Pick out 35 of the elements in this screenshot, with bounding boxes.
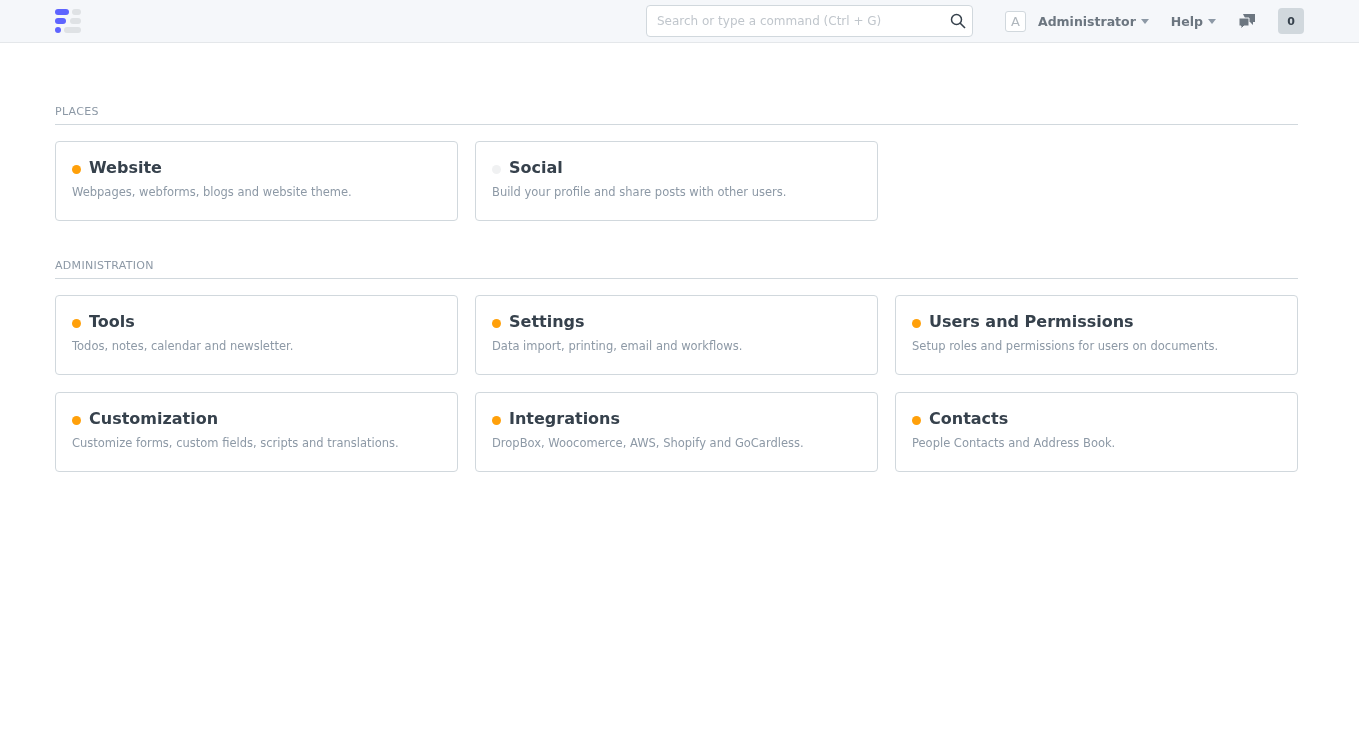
module-name: Social [509, 158, 563, 177]
module-card[interactable]: Tools Todos, notes, calendar and newsletter. [55, 295, 458, 375]
section-title: ADMINISTRATION [55, 259, 1298, 279]
chat-icon[interactable] [1238, 13, 1256, 29]
logo-icon[interactable] [55, 7, 82, 35]
module-description: Setup roles and permissions for users on documents. [912, 339, 1220, 353]
module-name: Customization [89, 409, 219, 428]
help-menu[interactable]: Help [1170, 13, 1216, 29]
module-name: Contacts [929, 409, 1009, 428]
module-name: Settings [509, 312, 585, 331]
module-description: Webpages, webforms, blogs and website theme. [72, 185, 353, 199]
module-card[interactable]: Contacts People Contacts and Address Book. [895, 392, 1298, 472]
module-description: People Contacts and Address Book. [912, 436, 1117, 450]
module-description: Data import, printing, email and workflows. [492, 339, 744, 353]
module-description: Customize forms, custom fields, scripts and translations. [72, 436, 400, 450]
module-name: Website [89, 158, 162, 177]
module-name: Integrations [509, 409, 621, 428]
caret-icon [1140, 18, 1149, 24]
module-description: Todos, notes, calendar and newsletter. [72, 339, 295, 353]
module-card[interactable]: Settings Data import, printing, email and workflows. [475, 295, 878, 375]
caret-icon [1208, 18, 1216, 24]
search-field[interactable]: Search or type a command (Ctrl + G) [645, 5, 973, 37]
module-card[interactable]: Integrations DropBox, Woocomerce, AWS, Shopify and GoCardless. [475, 392, 878, 472]
module-card[interactable]: Users and Permissions Setup roles and permissions for users on documents. [895, 295, 1298, 375]
user-menu[interactable]: Administrator [1037, 13, 1149, 29]
module-name: Users and Permissions [929, 312, 1134, 331]
module-card[interactable]: Social Build your profile and share posts with other users. [475, 141, 878, 221]
search-icon [949, 13, 966, 29]
notification-count[interactable]: 0 [1278, 8, 1304, 34]
module-description: Build your profile and share posts with other users. [492, 185, 788, 199]
module-description: DropBox, Woocomerce, AWS, Shopify and GoCardless. [492, 436, 805, 450]
section-title: PLACES [55, 105, 1298, 125]
module-card[interactable]: Customization Customize forms, custom fields, scripts and translations. [55, 392, 458, 472]
module-name: Tools [89, 312, 135, 331]
module-card[interactable]: Website Webpages, webforms, blogs and website theme. [55, 141, 458, 221]
